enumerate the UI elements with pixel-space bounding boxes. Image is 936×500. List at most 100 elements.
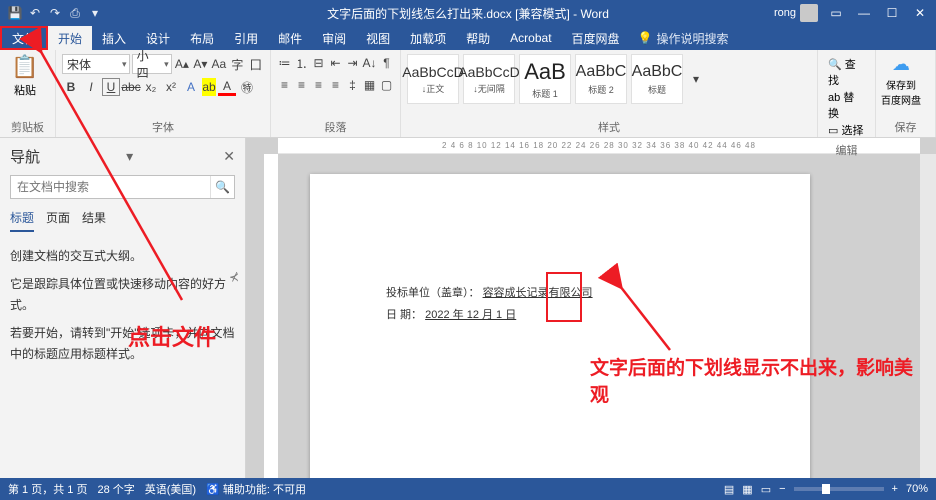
nav-search[interactable]: 🔍 bbox=[10, 175, 235, 199]
tab-addins[interactable]: 加载项 bbox=[400, 26, 456, 50]
save-icon[interactable]: 💾 bbox=[8, 6, 22, 20]
nav-close-icon[interactable]: ✕ bbox=[223, 148, 235, 165]
tab-view[interactable]: 视图 bbox=[356, 26, 400, 50]
superscript-icon[interactable]: x² bbox=[162, 78, 180, 96]
search-input[interactable] bbox=[11, 176, 210, 198]
vertical-scrollbar[interactable] bbox=[920, 154, 936, 478]
user-account[interactable]: rong bbox=[774, 4, 818, 22]
nav-tab-headings[interactable]: 标题 bbox=[10, 209, 34, 232]
nav-dropdown-icon[interactable]: ▾ bbox=[126, 148, 133, 165]
doc-line2-label: 日 期： bbox=[386, 309, 422, 321]
save-baidu-button[interactable]: ☁ 保存到 百度网盘 bbox=[882, 54, 920, 107]
shrink-font-icon[interactable]: A▾ bbox=[192, 55, 208, 73]
multilevel-icon[interactable]: ⊟ bbox=[311, 54, 326, 72]
maximize-icon[interactable]: ☐ bbox=[882, 3, 902, 23]
pin-icon[interactable]: ⊀ bbox=[229, 270, 239, 284]
indent-dec-icon[interactable]: ⇤ bbox=[328, 54, 343, 72]
borders-icon[interactable]: ▢ bbox=[379, 76, 394, 94]
italic-icon[interactable]: I bbox=[82, 78, 100, 96]
content-area: 导航 ▾ ✕ ⊀ 🔍 标题 页面 结果 创建文档的交互式大纲。 它是跟踪具体位置… bbox=[0, 138, 936, 478]
style-heading1[interactable]: AaB标题 1 bbox=[519, 54, 571, 104]
numbering-icon[interactable]: ⒈ bbox=[294, 54, 309, 72]
status-words[interactable]: 28 个字 bbox=[97, 481, 134, 497]
find-button[interactable]: 🔍 查找 bbox=[828, 56, 865, 88]
font-name-combo[interactable]: 宋体 bbox=[62, 54, 130, 74]
style-nospacing[interactable]: AaBbCcD↓无间隔 bbox=[463, 54, 515, 104]
view-read-icon[interactable]: ▤ bbox=[724, 483, 734, 496]
tell-label: 操作说明搜索 bbox=[657, 30, 729, 47]
border-char-icon[interactable]: 囗 bbox=[248, 55, 264, 73]
line-spacing-icon[interactable]: ‡ bbox=[345, 76, 360, 94]
style-normal[interactable]: AaBbCcD↓正文 bbox=[407, 54, 459, 104]
sort-icon[interactable]: A↓ bbox=[362, 54, 377, 72]
close-icon[interactable]: ✕ bbox=[910, 3, 930, 23]
tab-baidu[interactable]: 百度网盘 bbox=[562, 26, 630, 50]
bold-icon[interactable]: B bbox=[62, 78, 80, 96]
highlight-icon[interactable]: ab bbox=[202, 78, 216, 96]
paste-label: 粘贴 bbox=[14, 82, 36, 98]
zoom-slider[interactable] bbox=[794, 487, 884, 491]
minimize-icon[interactable]: ― bbox=[854, 3, 874, 23]
username: rong bbox=[774, 7, 796, 19]
paragraph-label: 段落 bbox=[277, 117, 394, 135]
tab-mail[interactable]: 邮件 bbox=[268, 26, 312, 50]
qat-print-icon[interactable]: ⎙ bbox=[68, 6, 82, 20]
shading-icon[interactable]: ▦ bbox=[362, 76, 377, 94]
change-case-icon[interactable]: Aa bbox=[211, 55, 227, 73]
save-group: ☁ 保存到 百度网盘 保存 bbox=[876, 50, 936, 137]
zoom-value[interactable]: 70% bbox=[906, 483, 928, 495]
status-access[interactable]: ♿ 辅助功能: 不可用 bbox=[206, 481, 306, 497]
ribbon: 📋 粘贴 剪贴板 宋体 小四 A▴ A▾ Aa 字 囗 B I U abc x₂… bbox=[0, 50, 936, 138]
editing-group: 🔍 查找 ab 替换 ▭ 选择 编辑 bbox=[818, 50, 876, 137]
tab-file[interactable]: 文件 bbox=[0, 26, 48, 50]
tab-acrobat[interactable]: Acrobat bbox=[500, 26, 561, 50]
zoom-in-icon[interactable]: + bbox=[892, 483, 898, 495]
tab-help[interactable]: 帮助 bbox=[456, 26, 500, 50]
qat-more-icon[interactable]: ▾ bbox=[88, 6, 102, 20]
text-effects-icon[interactable]: A bbox=[182, 78, 200, 96]
bullets-icon[interactable]: ≔ bbox=[277, 54, 292, 72]
view-web-icon[interactable]: ▭ bbox=[761, 483, 771, 496]
grow-font-icon[interactable]: A▴ bbox=[174, 55, 190, 73]
indent-inc-icon[interactable]: ⇥ bbox=[345, 54, 360, 72]
replace-button[interactable]: ab 替换 bbox=[828, 89, 865, 121]
select-button[interactable]: ▭ 选择 bbox=[828, 122, 865, 138]
enclose-char-icon[interactable]: ㊕ bbox=[238, 78, 256, 96]
align-left-icon[interactable]: ≡ bbox=[277, 76, 292, 94]
search-icon[interactable]: 🔍 bbox=[210, 176, 234, 198]
page[interactable]: 投标单位（盖章）： 容容成长记录有限公司 日 期： 2022 年 12 月 1 … bbox=[310, 174, 810, 478]
status-lang[interactable]: 英语(美国) bbox=[145, 481, 196, 497]
tab-review[interactable]: 审阅 bbox=[312, 26, 356, 50]
align-center-icon[interactable]: ≡ bbox=[294, 76, 309, 94]
underline-icon[interactable]: U bbox=[102, 78, 120, 96]
bulb-icon: 💡 bbox=[638, 31, 653, 45]
align-right-icon[interactable]: ≡ bbox=[311, 76, 326, 94]
doc-line2-value[interactable]: 2022 年 12 月 1 日 bbox=[425, 309, 516, 321]
style-title[interactable]: AaBbC标题 bbox=[631, 54, 683, 104]
font-color-icon[interactable]: A bbox=[218, 78, 236, 96]
redo-icon[interactable]: ↷ bbox=[48, 6, 62, 20]
undo-icon[interactable]: ↶ bbox=[28, 6, 42, 20]
styles-more-icon[interactable]: ▾ bbox=[687, 70, 705, 88]
tab-insert[interactable]: 插入 bbox=[92, 26, 136, 50]
showmarks-icon[interactable]: ¶ bbox=[379, 54, 394, 72]
style-heading2[interactable]: AaBbC标题 2 bbox=[575, 54, 627, 104]
nav-tab-results[interactable]: 结果 bbox=[82, 209, 106, 232]
cloud-icon: ☁ bbox=[892, 54, 910, 75]
ribbon-options-icon[interactable]: ▭ bbox=[826, 3, 846, 23]
status-page[interactable]: 第 1 页，共 1 页 bbox=[8, 481, 87, 497]
vertical-ruler[interactable] bbox=[264, 154, 278, 478]
nav-tab-pages[interactable]: 页面 bbox=[46, 209, 70, 232]
tab-references[interactable]: 引用 bbox=[224, 26, 268, 50]
tell-me[interactable]: 💡 操作说明搜索 bbox=[638, 26, 729, 50]
font-size-combo[interactable]: 小四 bbox=[132, 54, 172, 74]
phonetic-icon[interactable]: 字 bbox=[229, 55, 245, 73]
paste-button[interactable]: 📋 粘贴 bbox=[6, 54, 44, 98]
justify-icon[interactable]: ≡ bbox=[328, 76, 343, 94]
view-print-icon[interactable]: ▦ bbox=[742, 483, 752, 496]
tab-layout[interactable]: 布局 bbox=[180, 26, 224, 50]
styles-label: 样式 bbox=[407, 117, 811, 135]
annotation-1: 点击文件 bbox=[128, 320, 216, 352]
zoom-out-icon[interactable]: − bbox=[779, 483, 785, 495]
tab-home[interactable]: 开始 bbox=[48, 26, 92, 50]
